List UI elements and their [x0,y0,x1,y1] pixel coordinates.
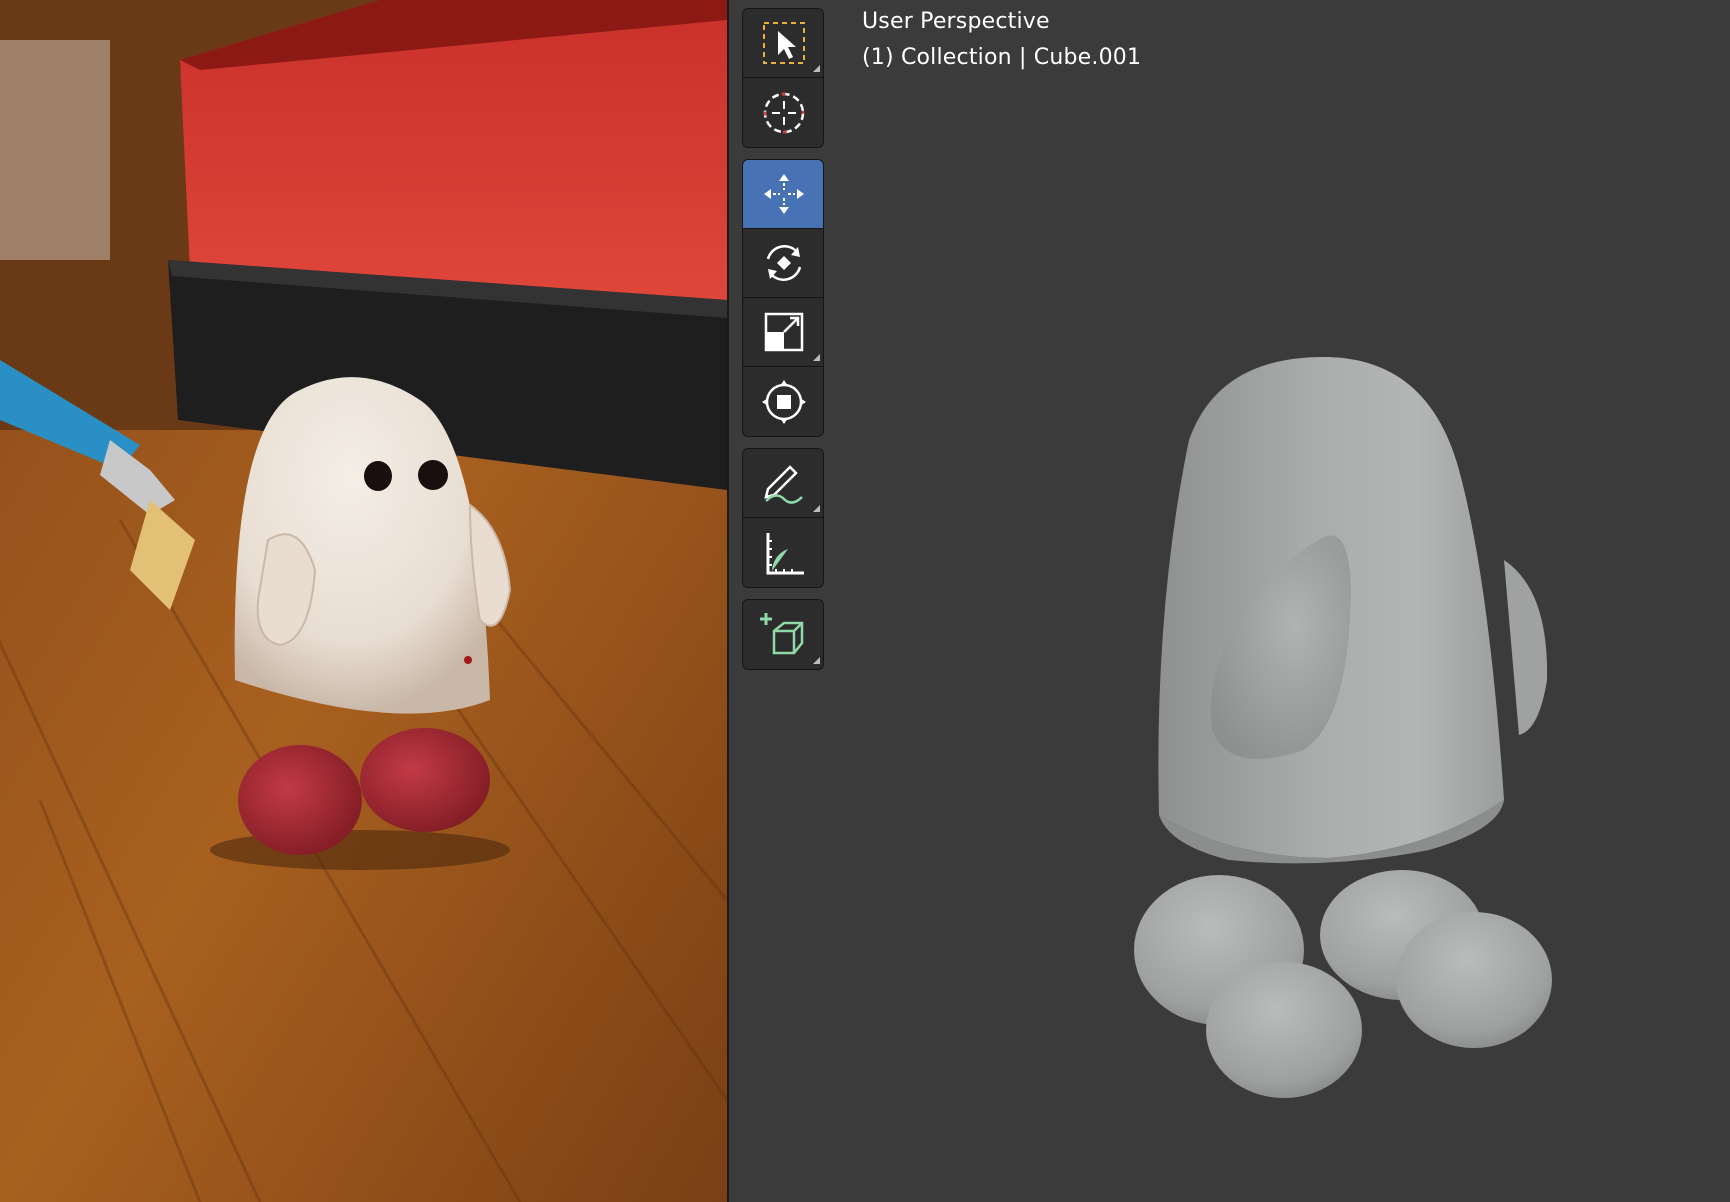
move-icon [764,174,804,214]
tool-group-add [742,599,824,670]
cursor-tool[interactable] [743,78,823,147]
select-box-tool[interactable] [743,9,823,78]
cursor-icon [763,92,805,133]
annotate-icon [764,465,803,504]
rotate-tool[interactable] [743,229,823,298]
view-perspective-label: User Perspective [862,9,1050,34]
clay-figure-photo [0,0,727,1202]
reference-photo [0,0,727,1202]
tool-shelf [742,8,824,681]
scale-tool[interactable] [743,298,823,367]
rotate-icon [766,245,802,281]
tool-group-annotate [742,448,824,588]
tool-group-transform [742,159,824,437]
transform-tool[interactable] [743,367,823,436]
tool-group-select [742,8,824,148]
transform-icon [762,379,806,424]
select-box-icon [763,22,805,64]
annotate-tool[interactable] [743,449,823,518]
measure-icon [766,532,804,574]
add-cube-icon [760,612,804,654]
measure-tool[interactable] [743,518,823,587]
3d-viewport[interactable]: User Perspective (1) Collection | Cube.0… [729,0,1730,1202]
add-cube-tool[interactable] [743,600,823,669]
move-tool[interactable] [743,160,823,229]
scale-icon [764,312,804,352]
sculpted-model[interactable] [729,0,1730,1202]
collection-object-label: (1) Collection | Cube.001 [862,45,1142,70]
